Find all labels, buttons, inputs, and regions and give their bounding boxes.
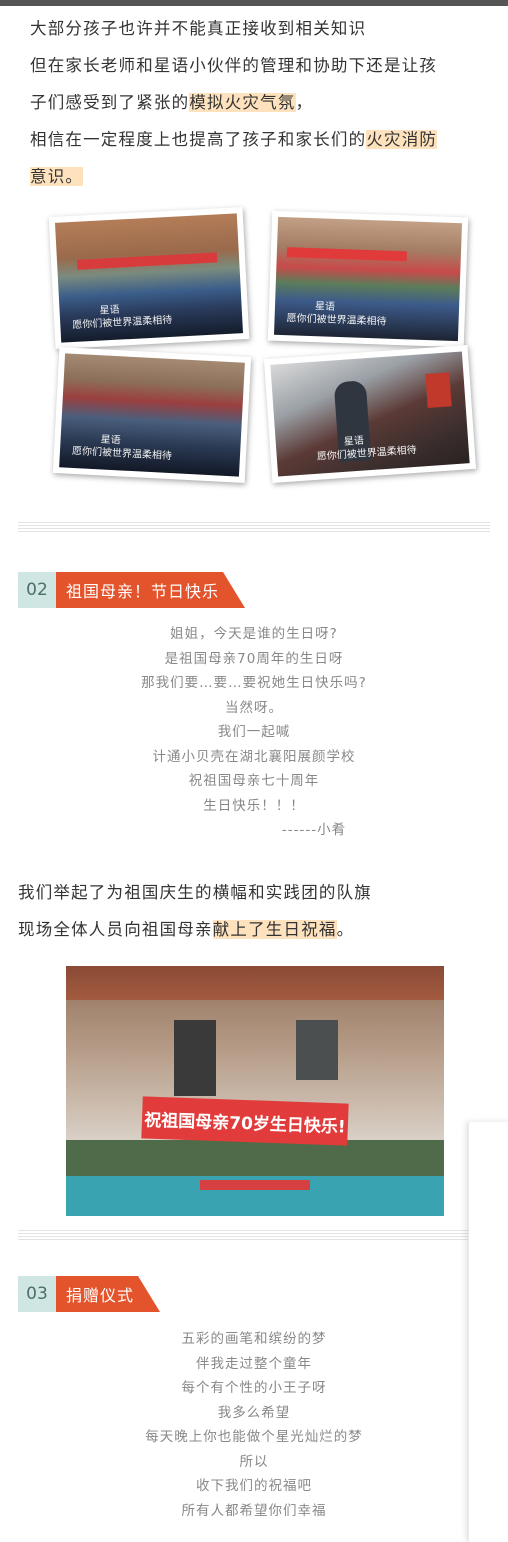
section-title: 祖国母亲！节日快乐 <box>56 572 245 608</box>
photo-card[interactable]: 星语 愿你们被世界温柔相待 <box>52 347 252 483</box>
floating-side-panel[interactable] <box>468 1122 508 1542</box>
intro-line: 大部分孩子也许并不能真正接收到相关知识 <box>30 19 367 38</box>
section-header: 03 捐赠仪式 <box>18 1276 160 1312</box>
roof <box>66 966 444 1000</box>
photo: 星语 愿你们被世界温柔相待 <box>54 213 244 343</box>
intro-line: 意识。 <box>30 158 490 195</box>
intro-line: 但在家长老师和星语小伙伴的管理和协助下还是让孩 <box>30 56 438 75</box>
poem-block: 五彩的画笔和缤纷的梦 伴我走过整个童年 每个有个性的小王子呀 我多么希望 每天晚… <box>0 1327 508 1523</box>
poem-line: 五彩的画笔和缤纷的梦 <box>181 1331 327 1347</box>
poem-line: 祝祖国母亲七十周年 <box>188 773 320 789</box>
intro-line: 子们感受到了紧张的模拟火灾气氛， <box>30 93 314 112</box>
section-header: 02 祖国母亲！节日快乐 <box>18 572 245 608</box>
poem-block: 姐姐，今天是谁的生日呀? 是祖国母亲70周年的生日呀 那我们要…要…要祝她生日快… <box>0 622 508 843</box>
intro-line: 相信在一定程度上也提高了孩子和家长们的火灾消防 <box>30 130 438 149</box>
photo: 星语 愿你们被世界温柔相待 <box>59 353 245 477</box>
section-divider <box>18 1230 490 1242</box>
group-photo[interactable]: 祝祖国母亲70岁生日快乐! <box>66 966 444 1216</box>
top-bar <box>0 0 508 6</box>
highlight-text: 火灾消防 <box>366 130 438 149</box>
highlight-text: 意识。 <box>30 167 84 186</box>
photo-card[interactable]: 星语 愿你们被世界温柔相待 <box>263 345 477 483</box>
poem-line: 那我们要…要…要祝她生日快乐吗? <box>141 675 367 691</box>
photo-card[interactable]: 星语 愿你们被世界温柔相待 <box>267 210 469 348</box>
poem-line: 姐姐，今天是谁的生日呀? <box>170 626 338 642</box>
birthday-banner: 祝祖国母亲70岁生日快乐! <box>141 1096 349 1146</box>
para-line: 现场全体人员向祖国母亲献上了生日祝福。 <box>18 920 355 939</box>
ground <box>66 1140 444 1176</box>
photo-card[interactable]: 星语 愿你们被世界温柔相待 <box>48 207 250 349</box>
flag <box>200 1180 310 1190</box>
poem-line: 生日快乐！！！ <box>203 797 305 814</box>
photo-caption: 星语 愿你们被世界温柔相待 <box>286 301 387 328</box>
red-sign <box>425 372 452 408</box>
intro-paragraph: 大部分孩子也许并不能真正接收到相关知识 但在家长老师和星语小伙伴的管理和协助下还… <box>30 10 490 195</box>
poem-line: 伴我走过整个童年 <box>196 1355 312 1372</box>
section-divider <box>18 522 490 534</box>
highlight-text: 模拟火灾气氛 <box>189 93 296 112</box>
photo: 星语 愿你们被世界温柔相待 <box>273 216 463 342</box>
section-number: 03 <box>18 1276 56 1312</box>
section-number: 02 <box>18 572 56 608</box>
poem-line: 所有人都希望你们幸福 <box>181 1502 327 1519</box>
section-title: 捐赠仪式 <box>56 1276 160 1312</box>
photo: 星语 愿你们被世界温柔相待 <box>270 351 470 477</box>
poem-signature: ------小肴 <box>281 822 347 838</box>
photo-caption: 星语 愿你们被世界温柔相待 <box>72 304 173 332</box>
highlight-text: 献上了生日祝福 <box>212 920 337 939</box>
poem-line: 所以 <box>239 1453 269 1470</box>
poem-line: 当然呀。 <box>225 699 283 716</box>
poem-line: 每天晚上你也能做个星光灿烂的梦 <box>145 1429 363 1445</box>
poem-line: 收下我们的祝福吧 <box>196 1478 312 1494</box>
red-banner <box>286 247 407 262</box>
section2-paragraph: 我们举起了为祖国庆生的横幅和实践团的队旗 现场全体人员向祖国母亲献上了生日祝福。 <box>18 874 478 948</box>
photo-caption: 星语 愿你们被世界温柔相待 <box>316 435 418 463</box>
doorway <box>174 1020 216 1096</box>
para-line: 我们举起了为祖国庆生的横幅和实践团的队旗 <box>18 883 372 902</box>
red-banner <box>76 252 218 270</box>
poem-line: 我多么希望 <box>217 1404 291 1421</box>
poem-line: 我们一起喊 <box>217 724 291 740</box>
poem-line: 每个有个性的小王子呀 <box>181 1380 327 1396</box>
photo-caption: 星语 愿你们被世界温柔相待 <box>71 434 173 463</box>
poem-line: 是祖国母亲70周年的生日呀 <box>164 650 344 667</box>
poem-line: 计通小贝壳在湖北襄阳展颜学校 <box>152 748 356 765</box>
window <box>296 1020 338 1080</box>
